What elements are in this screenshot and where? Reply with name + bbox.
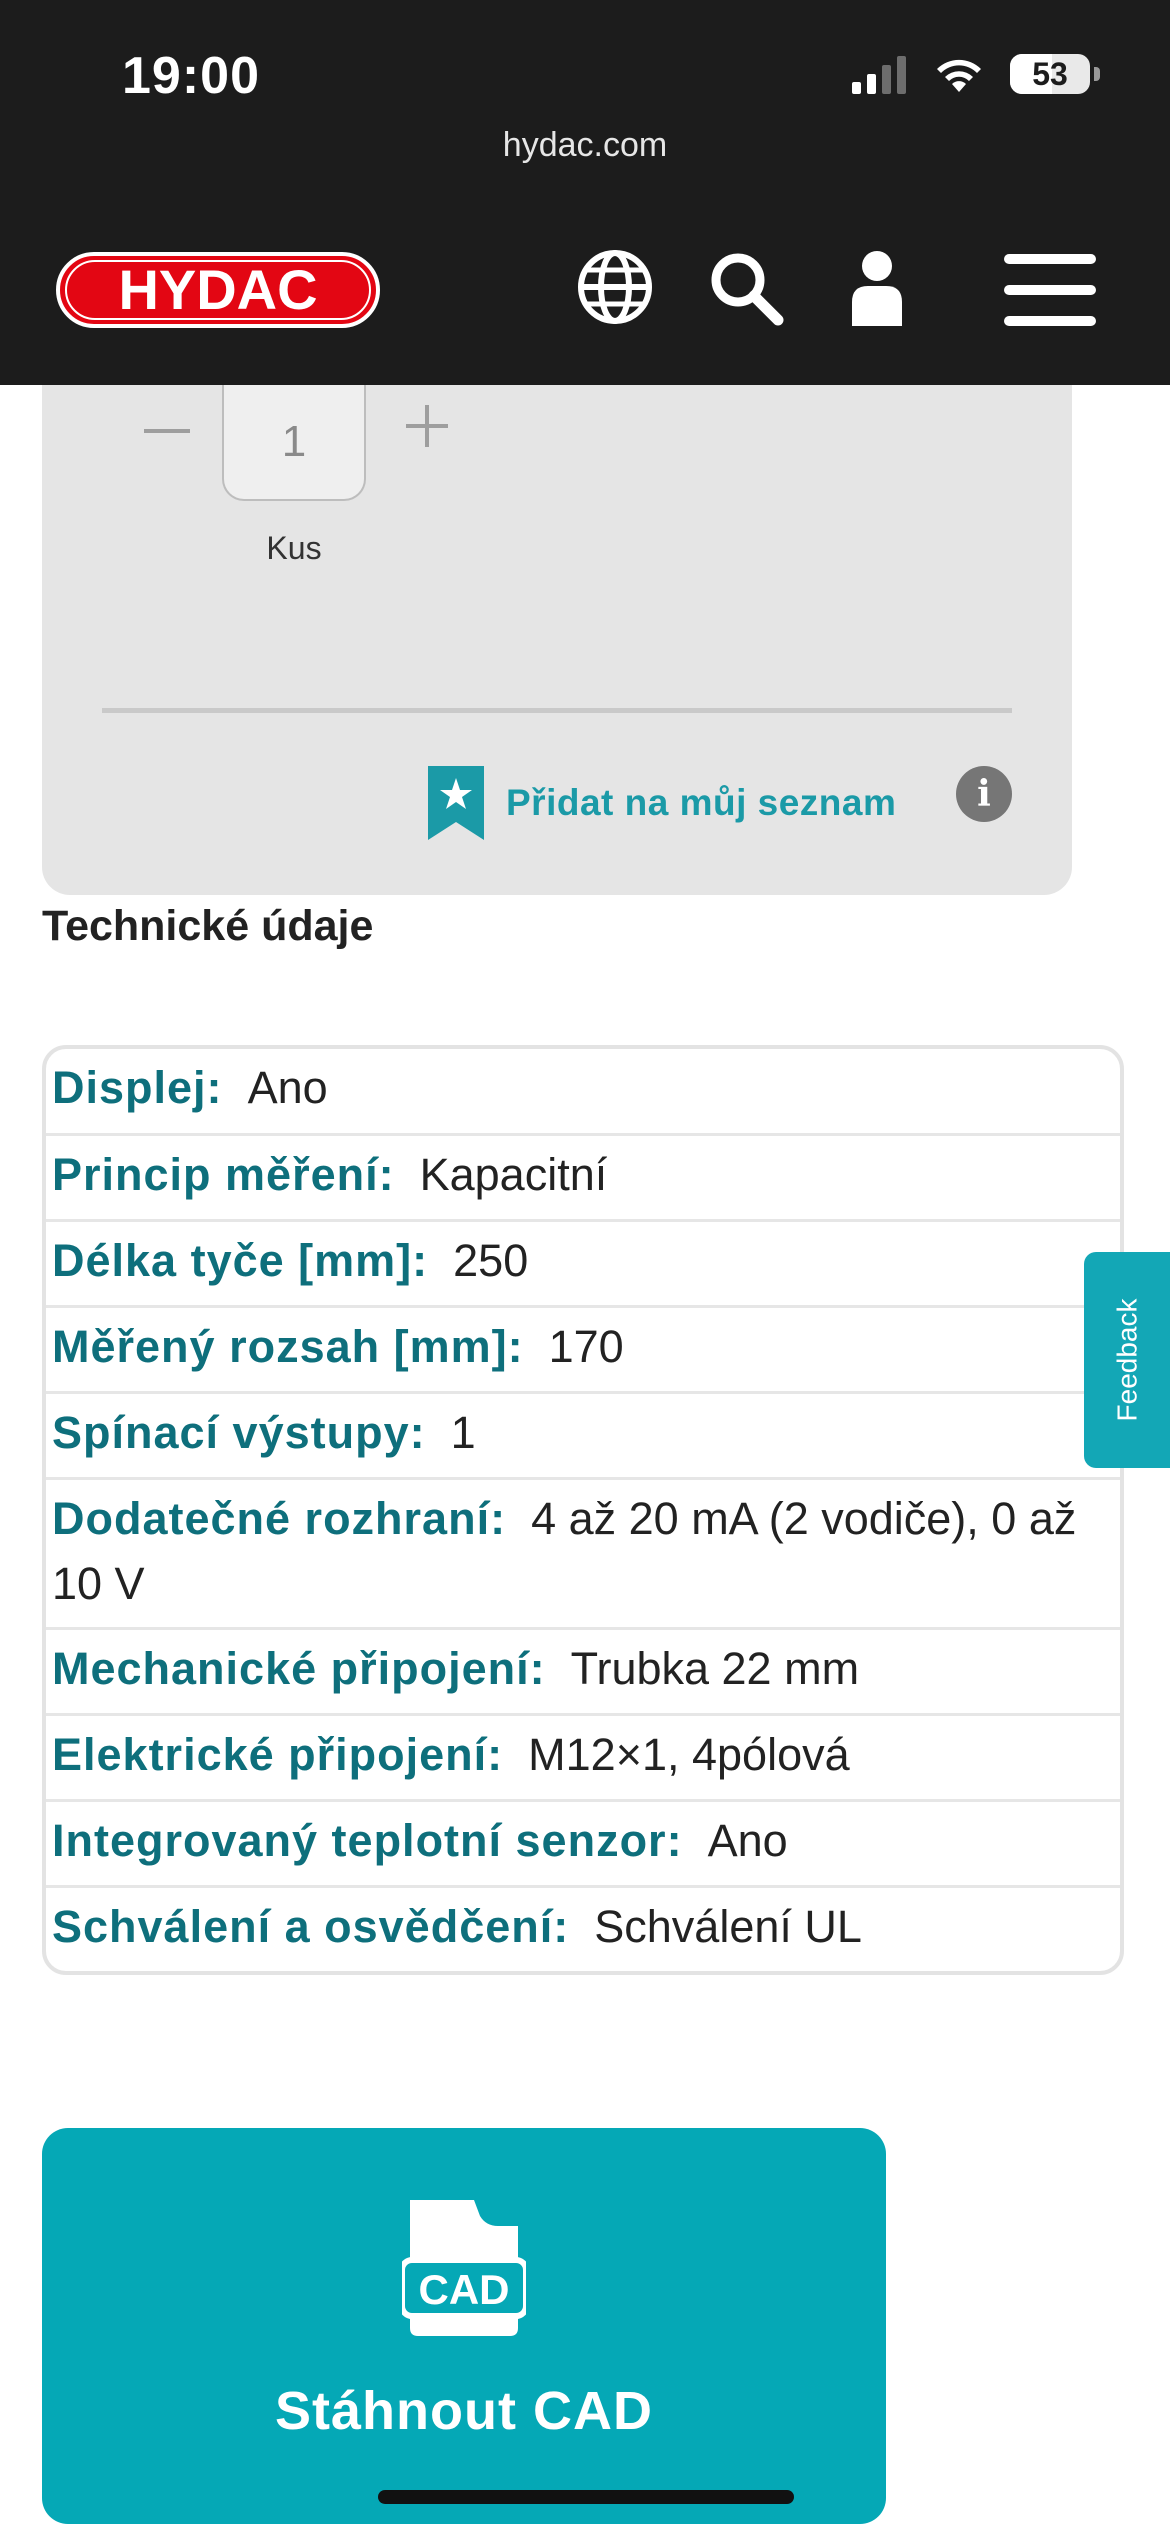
feedback-label: Feedback — [1111, 1298, 1142, 1422]
card-divider — [102, 708, 1012, 713]
cellular-signal-icon — [852, 56, 906, 94]
spec-key: Princip měření: — [52, 1149, 395, 1200]
spec-key: Schválení a osvědčení: — [52, 1901, 570, 1952]
add-to-list-button[interactable]: Přidat na můj seznam — [428, 766, 896, 840]
cad-icon-text: CAD — [419, 2266, 510, 2313]
spec-value: 250 — [453, 1235, 529, 1286]
spec-row: Dodatečné rozhraní: 4 až 20 mA (2 vodiče… — [46, 1477, 1120, 1627]
specs-table: Displej: Ano Princip měření: Kapacitní D… — [42, 1045, 1124, 1975]
battery-level: 53 — [1032, 55, 1068, 92]
spec-key: Displej: — [52, 1062, 223, 1113]
quantity-increase-button[interactable] — [402, 396, 452, 456]
status-time: 19:00 — [122, 47, 260, 105]
battery-indicator: 53 — [1010, 54, 1100, 94]
browser-url[interactable]: hydac.com — [0, 126, 1170, 165]
spec-value: Schválení UL — [594, 1901, 862, 1952]
spec-row: Délka tyče [mm]: 250 — [46, 1219, 1120, 1305]
spec-value: Kapacitní — [419, 1149, 608, 1200]
download-cad-label: Stáhnout CAD — [275, 2381, 653, 2441]
spec-key: Délka tyče [mm]: — [52, 1235, 429, 1286]
wifi-icon — [937, 59, 981, 92]
spec-row: Displej: Ano — [46, 1049, 1120, 1133]
quantity-input[interactable]: 1 — [222, 385, 366, 501]
spec-row: Princip měření: Kapacitní — [46, 1133, 1120, 1219]
spec-row: Elektrické připojení: M12×1, 4pólová — [46, 1713, 1120, 1799]
spec-row: Měřený rozsah [mm]: 170 — [46, 1305, 1120, 1391]
quantity-decrease-button[interactable] — [142, 390, 192, 460]
menu-icon[interactable] — [1004, 254, 1096, 326]
section-title-technical-data: Technické údaje — [42, 902, 374, 950]
bookmark-star-icon — [428, 766, 484, 840]
download-cad-button[interactable]: CAD Stáhnout CAD — [42, 2128, 886, 2524]
add-to-list-label: Přidat na můj seznam — [506, 782, 897, 823]
status-icons: 53 — [852, 54, 1100, 94]
logo-text: HYDAC — [118, 258, 317, 321]
globe-icon[interactable] — [578, 250, 652, 324]
user-icon[interactable] — [850, 250, 904, 326]
spec-key: Integrovaný teplotní senzor: — [52, 1815, 683, 1866]
spec-key: Dodatečné rozhraní: — [52, 1493, 507, 1544]
spec-row: Schválení a osvědčení: Schválení UL — [46, 1885, 1120, 1971]
cad-file-icon: CAD — [402, 2200, 526, 2336]
feedback-tab[interactable]: Feedback — [1084, 1252, 1170, 1468]
info-icon[interactable]: i — [956, 766, 1012, 822]
search-icon[interactable] — [708, 250, 784, 326]
spec-value: Ano — [247, 1062, 328, 1113]
spec-value: 170 — [548, 1321, 624, 1372]
spec-value: Ano — [707, 1815, 788, 1866]
spec-key: Měřený rozsah [mm]: — [52, 1321, 524, 1372]
spec-value: Trubka 22 mm — [570, 1643, 860, 1694]
quantity-unit: Kus — [266, 530, 322, 566]
spec-row: Integrovaný teplotní senzor: Ano — [46, 1799, 1120, 1885]
home-indicator[interactable] — [378, 2490, 794, 2504]
top-header: 19:00 53 hydac.com HYDAC — [0, 0, 1170, 385]
hydac-logo[interactable]: HYDAC — [56, 252, 380, 328]
spec-value: M12×1, 4pólová — [528, 1729, 850, 1780]
spec-key: Spínací výstupy: — [52, 1407, 426, 1458]
spec-value: 1 — [450, 1407, 476, 1458]
spec-key: Mechanické připojení: — [52, 1643, 546, 1694]
spec-row: Mechanické připojení: Trubka 22 mm — [46, 1627, 1120, 1713]
spec-row: Spínací výstupy: 1 — [46, 1391, 1120, 1477]
spec-key: Elektrické připojení: — [52, 1729, 504, 1780]
